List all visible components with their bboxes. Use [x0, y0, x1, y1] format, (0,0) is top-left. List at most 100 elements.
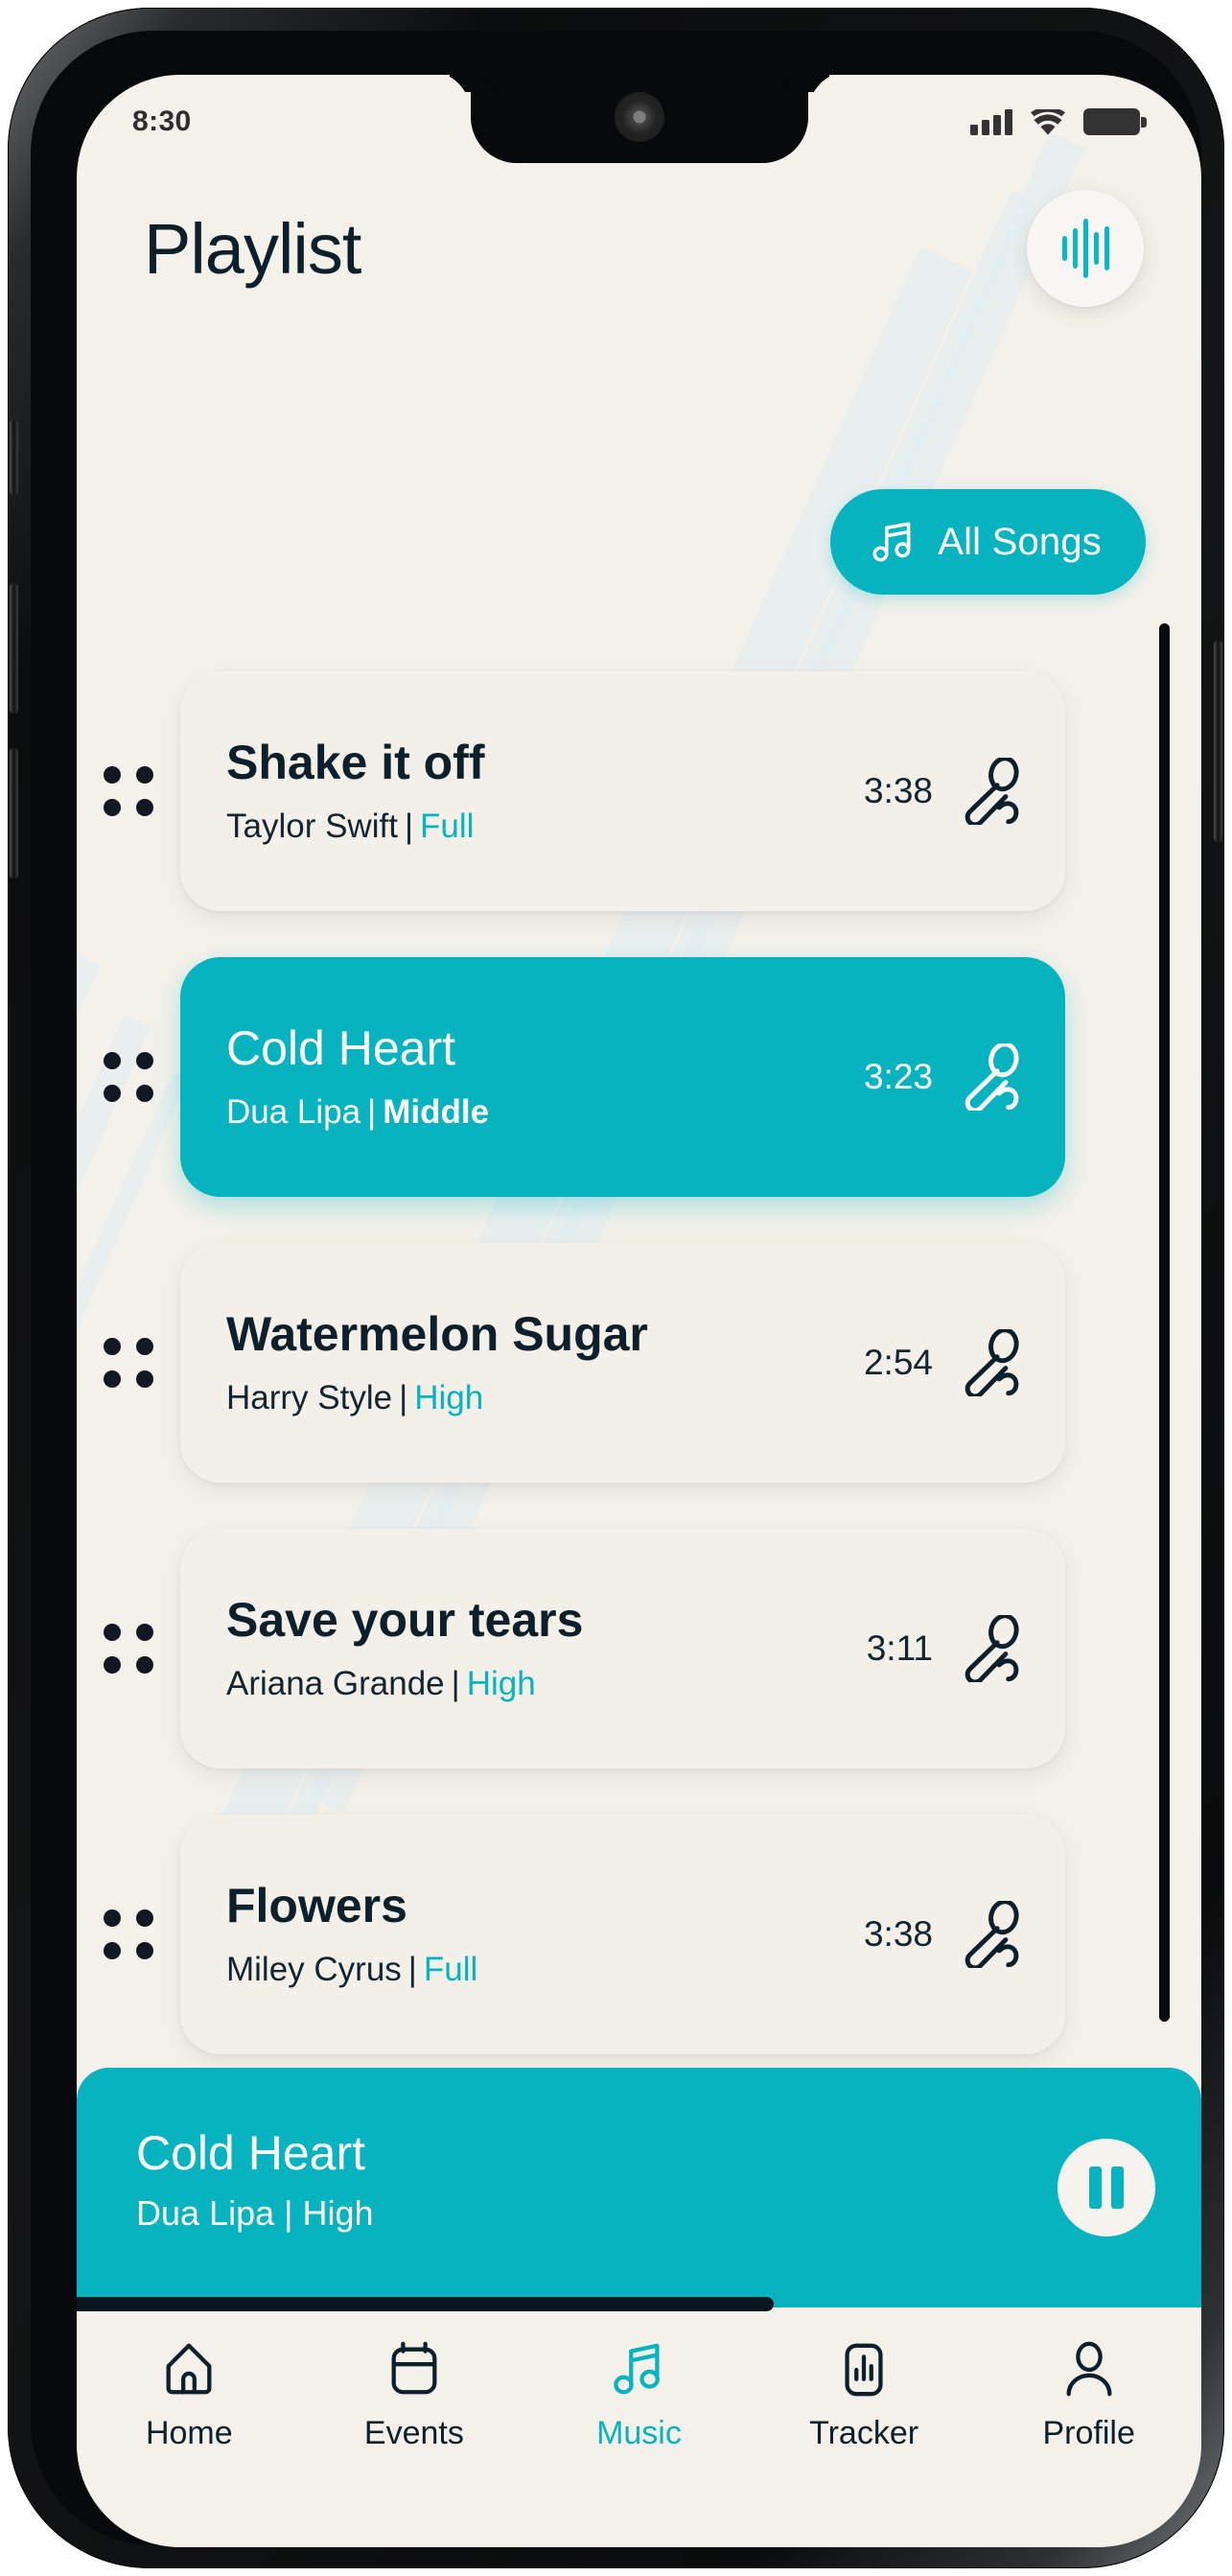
song-title: Shake it off [226, 736, 485, 789]
song-card[interactable]: Cold Heart Dua Lipa | Middle 3:23 [180, 957, 1065, 1197]
song-subtitle: Dua Lipa | Middle [226, 1093, 864, 1132]
list-scrollbar[interactable] [1159, 623, 1170, 2022]
drag-handle[interactable] [77, 1338, 180, 1388]
song-title: Save your tears [226, 1593, 584, 1647]
now-playing-bar[interactable]: Cold Heart Dua Lipa | High [77, 2068, 1201, 2307]
now-playing-title: Cold Heart [136, 2125, 365, 2180]
bottom-navigation: Home Events Music Tracker Profile [77, 2307, 1201, 2547]
pause-icon-bar-right [1111, 2166, 1124, 2209]
music-note-icon [614, 2343, 661, 2395]
music-note-icon [872, 522, 911, 562]
song-artist: Ariana Grande [226, 1665, 445, 1702]
nav-item-tracker[interactable]: Tracker [768, 2340, 960, 2452]
microphone-icon [965, 1043, 1019, 1111]
song-subtitle: Harry Style | High [226, 1379, 864, 1417]
chart-icon [845, 2343, 883, 2397]
drag-dots-icon [104, 1338, 153, 1388]
song-tag: Full [420, 808, 475, 845]
phone-frame: 8:30 Playlist All Songs Shake it off Tay… [8, 8, 1224, 2568]
nav-label: Profile [1042, 2415, 1135, 2451]
home-icon [166, 2343, 212, 2395]
song-subtitle: Taylor Swift | Full [226, 808, 864, 846]
nav-item-home[interactable]: Home [93, 2340, 285, 2452]
drag-dots-icon [104, 766, 153, 816]
song-separator: | [399, 1379, 408, 1417]
status-time: 8:30 [132, 105, 192, 137]
playback-progress-track[interactable] [77, 2297, 1201, 2311]
song-title: Watermelon Sugar [226, 1307, 648, 1361]
song-title: Cold Heart [226, 1021, 455, 1075]
phone-screen: 8:30 Playlist All Songs Shake it off Tay… [77, 75, 1201, 2547]
battery-icon [1083, 108, 1147, 135]
song-tag: Middle [383, 1093, 490, 1131]
song-meta: Flowers Miley Cyrus | Full [226, 1880, 864, 1989]
power-button[interactable] [1214, 641, 1222, 842]
song-subtitle: Ariana Grande | High [226, 1665, 867, 1703]
microphone-icon [965, 1615, 1019, 1682]
drag-handle[interactable] [77, 1624, 180, 1674]
song-meta: Cold Heart Dua Lipa | Middle [226, 1022, 864, 1132]
now-playing-tag: High [302, 2192, 374, 2233]
playback-progress-fill [77, 2297, 775, 2311]
page-title: Playlist [144, 208, 361, 289]
song-row: Flowers Miley Cyrus | Full 3:38 [77, 1791, 1201, 2077]
song-row: Watermelon Sugar Harry Style | High 2:54 [77, 1220, 1201, 1506]
volume-down-button[interactable] [10, 748, 18, 878]
person-icon [1066, 2341, 1112, 2397]
microphone-icon [965, 1329, 1019, 1396]
song-artist: Miley Cyrus [226, 1951, 402, 1988]
song-row: Shake it off Taylor Swift | Full 3:38 [77, 648, 1201, 934]
audio-wave-button[interactable] [1027, 190, 1144, 307]
song-tag: Full [423, 1951, 478, 1988]
nav-item-music[interactable]: Music [543, 2340, 734, 2452]
song-artist: Taylor Swift [226, 808, 398, 845]
drag-dots-icon [104, 1052, 153, 1102]
drag-handle[interactable] [77, 1052, 180, 1102]
song-separator: | [404, 808, 414, 845]
song-duration: 3:11 [866, 1628, 933, 1668]
song-duration: 3:23 [863, 1057, 933, 1096]
nav-item-profile[interactable]: Profile [993, 2340, 1185, 2452]
song-card[interactable]: Flowers Miley Cyrus | Full 3:38 [180, 1815, 1065, 2054]
now-playing-subtitle: Dua Lipa | High [136, 2193, 1058, 2234]
front-camera-icon [614, 92, 664, 142]
song-duration: 3:38 [863, 1914, 933, 1954]
nav-label: Tracker [809, 2415, 919, 2451]
all-songs-label: All Songs [938, 520, 1102, 563]
song-separator: | [367, 1093, 377, 1131]
song-row: Cold Heart Dua Lipa | Middle 3:23 [77, 934, 1201, 1220]
song-card[interactable]: Save your tears Ariana Grande | High 3:11 [180, 1529, 1065, 1768]
signal-bars-icon [970, 108, 1012, 135]
status-icons [970, 108, 1147, 135]
now-playing-meta: Cold Heart Dua Lipa | High [136, 2125, 1058, 2249]
pause-icon-bar-left [1089, 2166, 1102, 2209]
phone-bezel: 8:30 Playlist All Songs Shake it off Tay… [31, 31, 1201, 2547]
song-tag: High [414, 1379, 484, 1417]
song-separator: | [407, 1951, 417, 1988]
all-songs-filter-button[interactable]: All Songs [830, 489, 1146, 595]
song-meta: Save your tears Ariana Grande | High [226, 1594, 867, 1703]
nav-label: Music [596, 2415, 682, 2451]
nav-label: Home [145, 2415, 233, 2451]
song-duration: 2:54 [863, 1343, 933, 1382]
calendar-icon [391, 2341, 437, 2395]
drag-handle[interactable] [77, 766, 180, 816]
song-separator: | [451, 1665, 460, 1702]
nav-label: Events [363, 2415, 464, 2451]
song-subtitle: Miley Cyrus | Full [226, 1951, 864, 1989]
song-artist: Harry Style [226, 1379, 393, 1417]
pause-button[interactable] [1058, 2139, 1155, 2236]
song-list: Shake it off Taylor Swift | Full 3:38 Cold He… [77, 648, 1201, 2077]
microphone-icon [965, 1901, 1019, 1968]
song-card[interactable]: Watermelon Sugar Harry Style | High 2:54 [180, 1243, 1065, 1483]
drag-handle[interactable] [77, 1909, 180, 1959]
song-card[interactable]: Shake it off Taylor Swift | Full 3:38 [180, 671, 1065, 911]
app-header: Playlist [77, 190, 1201, 307]
drag-dots-icon [104, 1624, 153, 1674]
silent-switch[interactable] [10, 420, 18, 495]
song-duration: 3:38 [863, 771, 933, 810]
song-tag: High [466, 1665, 536, 1702]
nav-item-events[interactable]: Events [318, 2340, 510, 2452]
now-playing-artist: Dua Lipa [136, 2192, 275, 2233]
volume-up-button[interactable] [10, 583, 18, 714]
